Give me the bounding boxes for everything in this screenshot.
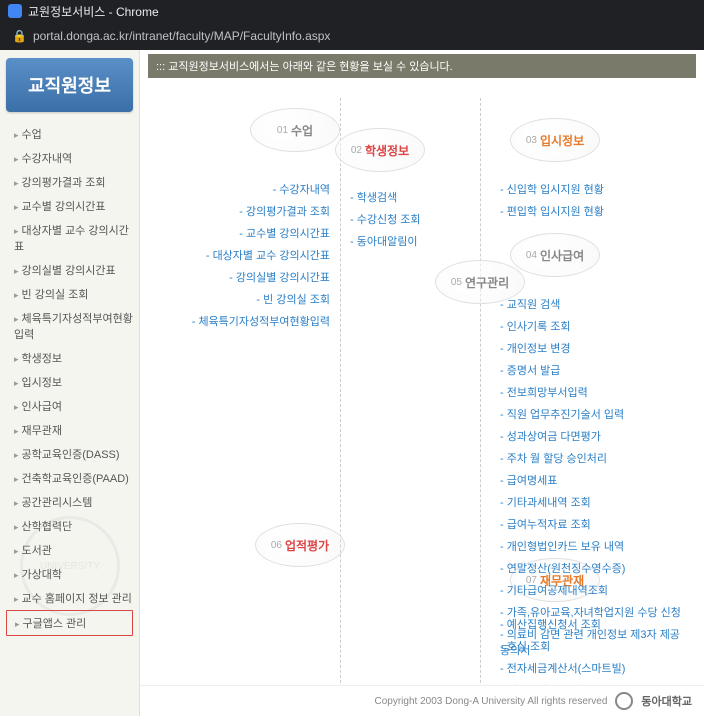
link-item[interactable]: 편입학 입시지원 현황 [500,200,604,222]
sidebar-item[interactable]: 공간관리시스템 [6,490,133,514]
university-name: 동아대학교 [641,693,692,709]
sidebar-item[interactable]: 수업 [6,122,133,146]
sidebar-item[interactable]: 공학교육인증(DASS) [6,442,133,466]
section-bubble-student: 02 학생정보 [335,128,425,172]
divider [340,98,341,716]
sidebar-item[interactable]: 강의평가결과 조회 [6,170,133,194]
lock-icon: 🔒 [12,29,27,43]
link-item[interactable]: 급여명세표 [500,469,690,491]
link-item[interactable]: 호실 조회 [500,635,625,657]
link-item[interactable]: 인사기록 조회 [500,315,690,337]
link-item[interactable]: 기타급여공제내역조회 [500,579,690,601]
sidebar-item[interactable]: 강의실별 강의시간표 [6,258,133,282]
divider [480,98,481,716]
link-item[interactable]: 주차 월 할당 승인처리 [500,447,690,469]
link-item[interactable]: 기타과세내역 조회 [500,491,690,513]
links-class: 수강자내역 강의평가결과 조회 교수별 강의시간표 대상자별 교수 강의시간표 … [180,178,330,332]
link-item[interactable]: 수강자내역 [180,178,330,200]
link-item[interactable]: 교수별 강의시간표 [180,222,330,244]
sidebar-item[interactable]: 입시정보 [6,370,133,394]
page-content: 교직원정보 수업 수강자내역 강의평가결과 조회 교수별 강의시간표 대상자별 … [0,50,704,716]
link-item[interactable]: 성과상여금 다면평가 [500,425,690,447]
link-item[interactable]: 수강신청 조회 [350,208,421,230]
sidebar-item[interactable]: 건축학교육인증(PAAD) [6,466,133,490]
link-item[interactable]: 직원 업무추진기술서 입력 [500,403,690,425]
browser-tab-bar: 교원정보서비스 - Chrome [0,0,704,22]
footer: Copyright 2003 Dong-A University All rig… [140,685,704,716]
link-item[interactable]: 빈 강의실 조회 [180,288,330,310]
sidebar-item[interactable]: 빈 강의실 조회 [6,282,133,306]
links-admission: 신입학 입시지원 현황 편입학 입시지원 현황 [500,178,604,222]
sidebar: 교직원정보 수업 수강자내역 강의평가결과 조회 교수별 강의시간표 대상자별 … [0,50,140,716]
link-item[interactable]: 대상자별 교수 강의시간표 [180,244,330,266]
sidebar-item[interactable]: 체육특기자성적부여현황입력 [6,306,133,346]
links-hr: 교직원 검색 인사기록 조회 개인정보 변경 증명서 발급 전보희망부서입력 직… [500,293,690,661]
link-item[interactable]: 개인정보 변경 [500,337,690,359]
sidebar-item[interactable]: 재무관재 [6,418,133,442]
section-bubble-class: 01 수업 [250,108,340,152]
link-item[interactable]: 전보희망부서입력 [500,381,690,403]
sidebar-item[interactable]: 인사급여 [6,394,133,418]
link-item[interactable]: 체육특기자성적부여현황입력 [180,310,330,332]
link-item[interactable]: 예산집행신청서 조회 [500,613,625,635]
section-bubble-eval: 06 업적평가 [255,523,345,567]
main-area: ::: 교직원정보서비스에서는 아래와 같은 현황을 보실 수 있습니다. 01… [140,50,704,716]
university-seal-watermark: UNIVERSITY [20,516,120,616]
sitemap-content: 01 수업 02 학생정보 03 입시정보 04 인사급여 05 연구관리 06… [140,78,704,698]
copyright-text: Copyright 2003 Dong-A University All rig… [375,696,608,707]
links-student: 학생검색 수강신청 조회 동아대알림이 [350,186,421,252]
sidebar-item[interactable]: 대상자별 교수 강의시간표 [6,218,133,258]
tab-title: 교원정보서비스 - Chrome [28,3,159,20]
link-item[interactable]: 동아대알림이 [350,230,421,252]
link-item[interactable]: 강의평가결과 조회 [180,200,330,222]
link-item[interactable]: 전자세금계산서(스마트빌) [500,657,625,679]
section-bubble-hr: 04 인사급여 [510,233,600,277]
section-bubble-admission: 03 입시정보 [510,118,600,162]
link-item[interactable]: 연말정산(원천징수영수증) [500,557,690,579]
link-item[interactable]: 증명서 발급 [500,359,690,381]
sidebar-item[interactable]: 교수별 강의시간표 [6,194,133,218]
link-item[interactable]: 급여누적자료 조회 [500,513,690,535]
info-banner: ::: 교직원정보서비스에서는 아래와 같은 현황을 보실 수 있습니다. [148,54,696,78]
link-item[interactable]: 개인형법인카드 보유 내역 [500,535,690,557]
url-text: portal.donga.ac.kr/intranet/faculty/MAP/… [33,29,330,43]
sidebar-item[interactable]: 학생정보 [6,346,133,370]
link-item[interactable]: 교직원 검색 [500,293,690,315]
tab-favicon [8,4,22,18]
link-item[interactable]: 학생검색 [350,186,421,208]
sidebar-item[interactable]: 수강자내역 [6,146,133,170]
sidebar-title: 교직원정보 [6,58,133,112]
address-bar[interactable]: 🔒 portal.donga.ac.kr/intranet/faculty/MA… [0,22,704,50]
university-logo-icon [615,692,633,710]
link-item[interactable]: 강의실별 강의시간표 [180,266,330,288]
link-item[interactable]: 신입학 입시지원 현황 [500,178,604,200]
